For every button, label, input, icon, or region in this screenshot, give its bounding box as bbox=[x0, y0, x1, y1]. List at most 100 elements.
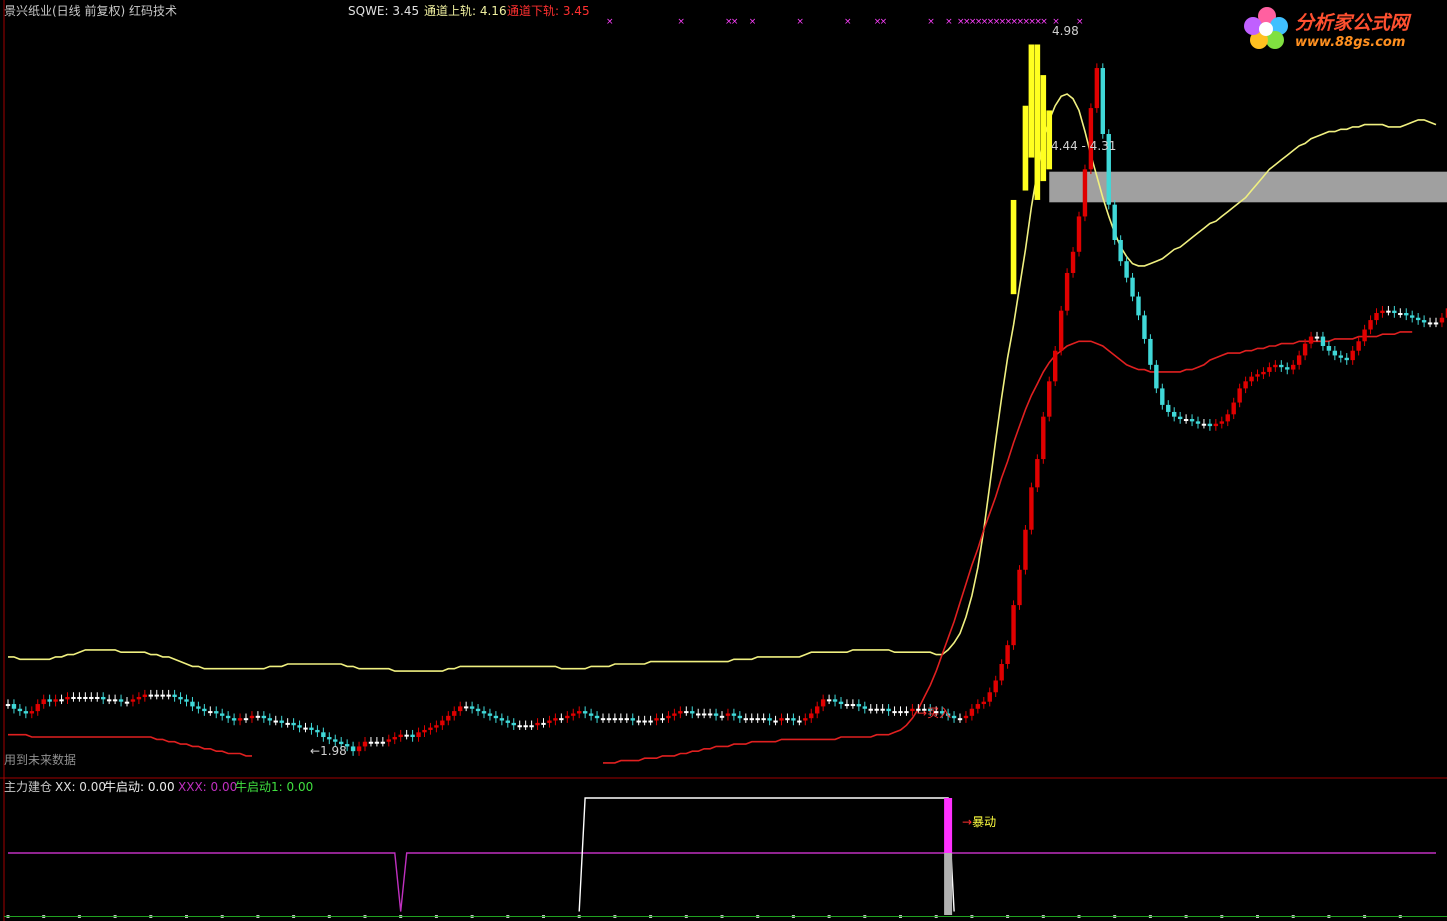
candle-body bbox=[47, 699, 52, 702]
candle-body bbox=[1112, 204, 1117, 240]
candle-body bbox=[220, 713, 225, 716]
candle-body bbox=[142, 694, 148, 697]
niu-label: 牛启动: 0.00 bbox=[104, 780, 175, 794]
cross-mark: × bbox=[927, 17, 935, 27]
candle-body bbox=[1237, 388, 1242, 403]
candle-body bbox=[672, 713, 677, 716]
candle-body bbox=[487, 713, 493, 716]
candle-body bbox=[237, 718, 243, 721]
candle-body bbox=[184, 699, 189, 702]
candle-body bbox=[452, 711, 457, 716]
candle-body bbox=[303, 727, 308, 730]
candle-body bbox=[440, 720, 445, 726]
candle-body bbox=[475, 708, 481, 712]
candle-body bbox=[273, 720, 278, 723]
candle-body bbox=[571, 713, 576, 716]
cross-marks: × × ×× × × × ×× × × ××××××××××××××× × × bbox=[606, 17, 1084, 27]
candle-body bbox=[660, 718, 665, 721]
candle-body bbox=[1291, 364, 1296, 370]
candle-body bbox=[630, 718, 635, 721]
candle-body bbox=[1392, 310, 1397, 314]
candle-body bbox=[249, 715, 255, 719]
candle-body bbox=[1308, 336, 1314, 344]
candle-body bbox=[1225, 414, 1230, 422]
candle-body bbox=[1094, 68, 1100, 109]
candle-body bbox=[809, 713, 814, 719]
candle-body bbox=[1064, 272, 1070, 311]
candle-body bbox=[1243, 381, 1248, 389]
candle-body bbox=[963, 715, 969, 719]
candle-body bbox=[815, 706, 820, 714]
candle-body bbox=[1047, 381, 1052, 417]
candle-body bbox=[41, 699, 46, 705]
candle-body bbox=[999, 664, 1004, 681]
candle-body bbox=[291, 722, 296, 726]
candle-body bbox=[1374, 313, 1379, 321]
candle-body bbox=[160, 694, 165, 697]
candle-body bbox=[612, 718, 618, 721]
candle-body bbox=[1314, 336, 1320, 339]
cross-mark: × bbox=[1040, 17, 1048, 27]
candle-body bbox=[285, 722, 290, 725]
candle-body bbox=[118, 699, 124, 702]
candle-body bbox=[987, 692, 992, 702]
candle-body bbox=[1350, 350, 1355, 361]
candle-body bbox=[154, 694, 159, 697]
candle-body bbox=[446, 715, 451, 721]
spike-bar bbox=[1010, 199, 1017, 295]
low-price-label: ←1.98 bbox=[310, 744, 347, 758]
candle-body bbox=[1124, 261, 1129, 278]
candle-body bbox=[166, 694, 171, 697]
candle-body bbox=[820, 699, 826, 707]
candle-body bbox=[77, 696, 82, 699]
candle-body bbox=[1231, 402, 1236, 415]
candle-body bbox=[1219, 421, 1224, 424]
candle-body bbox=[1410, 315, 1415, 318]
candle-body bbox=[1053, 350, 1058, 382]
candle-body bbox=[1279, 364, 1284, 368]
candle-body bbox=[600, 718, 606, 721]
burst-bar-top bbox=[944, 798, 953, 853]
cross-mark: × bbox=[606, 17, 614, 27]
candle-body bbox=[719, 715, 725, 718]
logo: 分析家公式网 www.88gs.com bbox=[1239, 4, 1439, 54]
candle-body bbox=[178, 696, 183, 700]
candle-body bbox=[416, 732, 421, 738]
candle-body bbox=[398, 734, 403, 738]
candle-body bbox=[1017, 569, 1022, 606]
candle-body bbox=[773, 720, 778, 723]
candle-body bbox=[969, 708, 975, 716]
candle-body bbox=[368, 741, 374, 744]
candle-body bbox=[1296, 355, 1302, 365]
candle-body bbox=[172, 694, 177, 697]
candle-body bbox=[862, 706, 867, 709]
candle-body bbox=[1183, 419, 1189, 422]
buy-signal-label: →买入 bbox=[917, 706, 951, 720]
candle-body bbox=[1380, 310, 1385, 314]
candle-body bbox=[618, 718, 624, 721]
candle-body bbox=[255, 715, 261, 718]
candle-body bbox=[547, 720, 552, 723]
candle-body bbox=[654, 718, 659, 721]
candle-body bbox=[594, 715, 600, 719]
candle-body bbox=[565, 715, 570, 719]
candle-body bbox=[65, 696, 70, 700]
candle-body bbox=[106, 699, 112, 702]
candle-body bbox=[529, 725, 534, 728]
candle-body bbox=[731, 713, 737, 716]
upper-band-label: 通道上轨: 4.16 bbox=[424, 4, 507, 18]
candle-body bbox=[315, 729, 320, 733]
spike-bar bbox=[1040, 75, 1047, 182]
candle-body bbox=[749, 718, 754, 721]
candle-body bbox=[333, 739, 338, 742]
candle-body bbox=[910, 708, 915, 712]
candle-body bbox=[130, 699, 136, 702]
candle-body bbox=[1344, 357, 1349, 361]
candle-body bbox=[666, 715, 671, 719]
candle-body bbox=[826, 699, 832, 702]
candle-body bbox=[874, 708, 879, 711]
candle-body bbox=[404, 734, 409, 737]
candle-body bbox=[1136, 296, 1141, 316]
flower-logo-icon bbox=[1244, 7, 1288, 49]
candle-body bbox=[1041, 416, 1046, 460]
